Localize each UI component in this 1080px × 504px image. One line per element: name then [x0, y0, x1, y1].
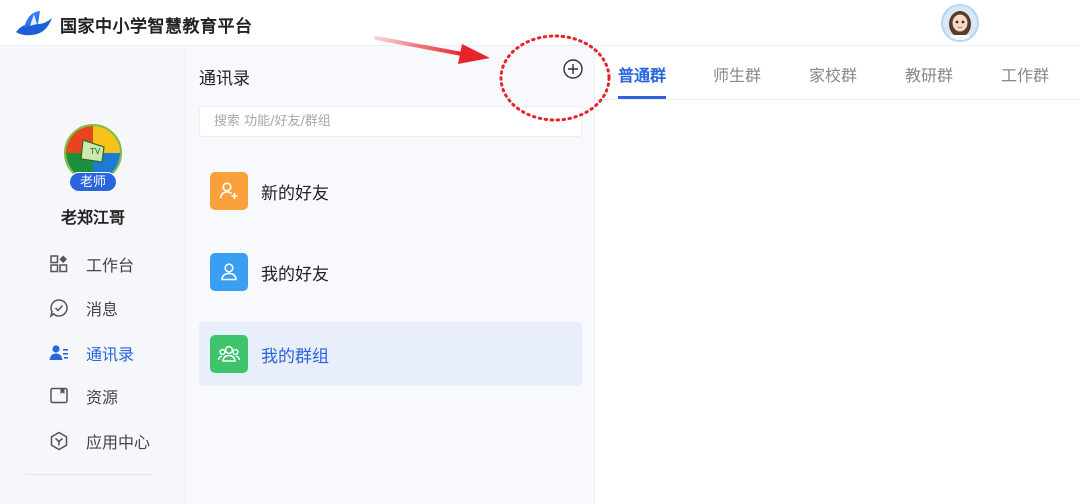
nav-item-app-center[interactable]: 应用中心: [48, 427, 150, 455]
tab-research-group[interactable]: 教研群: [905, 62, 953, 86]
contact-label: 我的群组: [261, 346, 329, 367]
tab-normal-group[interactable]: 普通群: [618, 62, 666, 86]
user-avatar[interactable]: [941, 4, 979, 42]
panel-title: 通讯录: [199, 69, 250, 89]
add-button[interactable]: [562, 58, 584, 80]
tab-teacher-student-group[interactable]: 师生群: [713, 62, 761, 86]
friend-icon: [210, 253, 248, 291]
nav-label: 应用中心: [86, 433, 151, 452]
contacts-panel: 通讯录 新的好友 我的好友 我的群组: [187, 46, 595, 504]
nav-label: 资源: [86, 388, 119, 407]
chat-check-icon: [48, 297, 70, 319]
contact-item-my-friends[interactable]: 我的好友: [199, 240, 582, 304]
brand-title[interactable]: 国家中小学智慧教育平台: [60, 12, 253, 37]
tab-home-school-group[interactable]: 家校群: [809, 62, 857, 86]
tab-underline: [618, 96, 666, 99]
contact-item-my-groups[interactable]: 我的群组: [199, 322, 582, 386]
group-tabs: 普通群 师生群 家校群 教研群 工作群: [596, 46, 1080, 100]
nav-item-resources[interactable]: 资源: [48, 382, 118, 410]
app-center-icon: [48, 430, 70, 452]
contacts-icon: [48, 342, 70, 364]
left-nav: TV 老师 老郑江哥 工作台 消息 通讯录 资源 应用中心: [0, 46, 186, 504]
contact-label: 我的好友: [261, 264, 329, 285]
nav-item-messages[interactable]: 消息: [48, 294, 118, 322]
nav-item-workbench[interactable]: 工作台: [48, 250, 134, 278]
group-icon: [210, 335, 248, 373]
nav-label: 通讯录: [86, 345, 135, 364]
svg-text:TV: TV: [89, 147, 101, 156]
resource-icon: [48, 385, 70, 407]
contact-label: 新的好友: [261, 183, 329, 204]
top-bar: 国家中小学智慧教育平台: [0, 0, 1080, 46]
nav-item-contacts[interactable]: 通讯录: [48, 339, 134, 367]
nav-label: 消息: [86, 300, 119, 319]
nav-divider: [26, 474, 154, 475]
platform-logo-icon: [16, 11, 52, 36]
role-badge: 老师: [69, 172, 117, 192]
cartoon-girl-avatar-icon: [943, 6, 977, 40]
nav-label: 工作台: [86, 256, 135, 275]
contact-item-new-friends[interactable]: 新的好友: [199, 159, 582, 223]
tab-work-group[interactable]: 工作群: [1001, 62, 1049, 86]
profile-name: 老郑江哥: [60, 208, 125, 227]
search-input[interactable]: [199, 106, 582, 137]
plus-circle-icon: [563, 59, 583, 79]
add-friend-icon: [210, 172, 248, 210]
grid-icon: [48, 253, 70, 275]
